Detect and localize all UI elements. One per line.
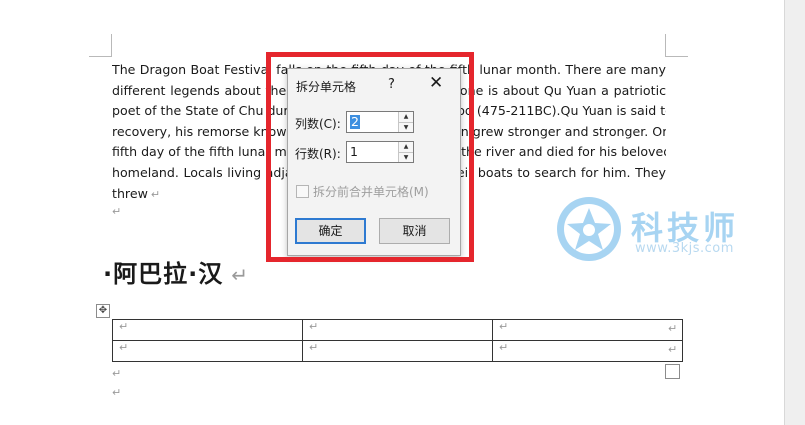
heading-text[interactable]: ·阿巴拉·汉 ↵ [103, 254, 249, 289]
star-logo-icon [557, 197, 621, 261]
crop-mark-top-right [665, 34, 688, 57]
table-cell[interactable]: ↵ [492, 319, 683, 341]
paragraph-mark: ↵ [112, 205, 122, 218]
table-move-handle-icon[interactable]: ✥ [96, 304, 110, 318]
row-end-mark: ↵ [668, 322, 678, 335]
table-row: ↵ ↵ ↵ [112, 319, 683, 341]
row-end-mark: ↵ [668, 343, 678, 356]
paragraph-mark: ↵ [112, 386, 122, 399]
watermark: 科技师 www.3kjs.com [555, 195, 790, 265]
paragraph-mark: ↵ [231, 263, 249, 287]
table-resize-handle[interactable] [665, 364, 680, 379]
table-cell[interactable]: ↵ [302, 340, 493, 362]
table-cell[interactable]: ↵ [112, 340, 303, 362]
paragraph-mark: ↵ [150, 187, 161, 201]
watermark-url: www.3kjs.com [635, 241, 734, 256]
document-table[interactable]: ↵ ↵ ↵ ↵ ↵ ↵ [112, 319, 683, 362]
paragraph-mark: ↵ [112, 367, 122, 380]
table-row: ↵ ↵ ↵ [112, 340, 683, 362]
crop-mark-top-left [89, 34, 112, 57]
red-highlight-frame [266, 52, 474, 262]
table-cell[interactable]: ↵ [112, 319, 303, 341]
table-cell[interactable]: ↵ [302, 319, 493, 341]
table-cell[interactable]: ↵ [492, 340, 683, 362]
